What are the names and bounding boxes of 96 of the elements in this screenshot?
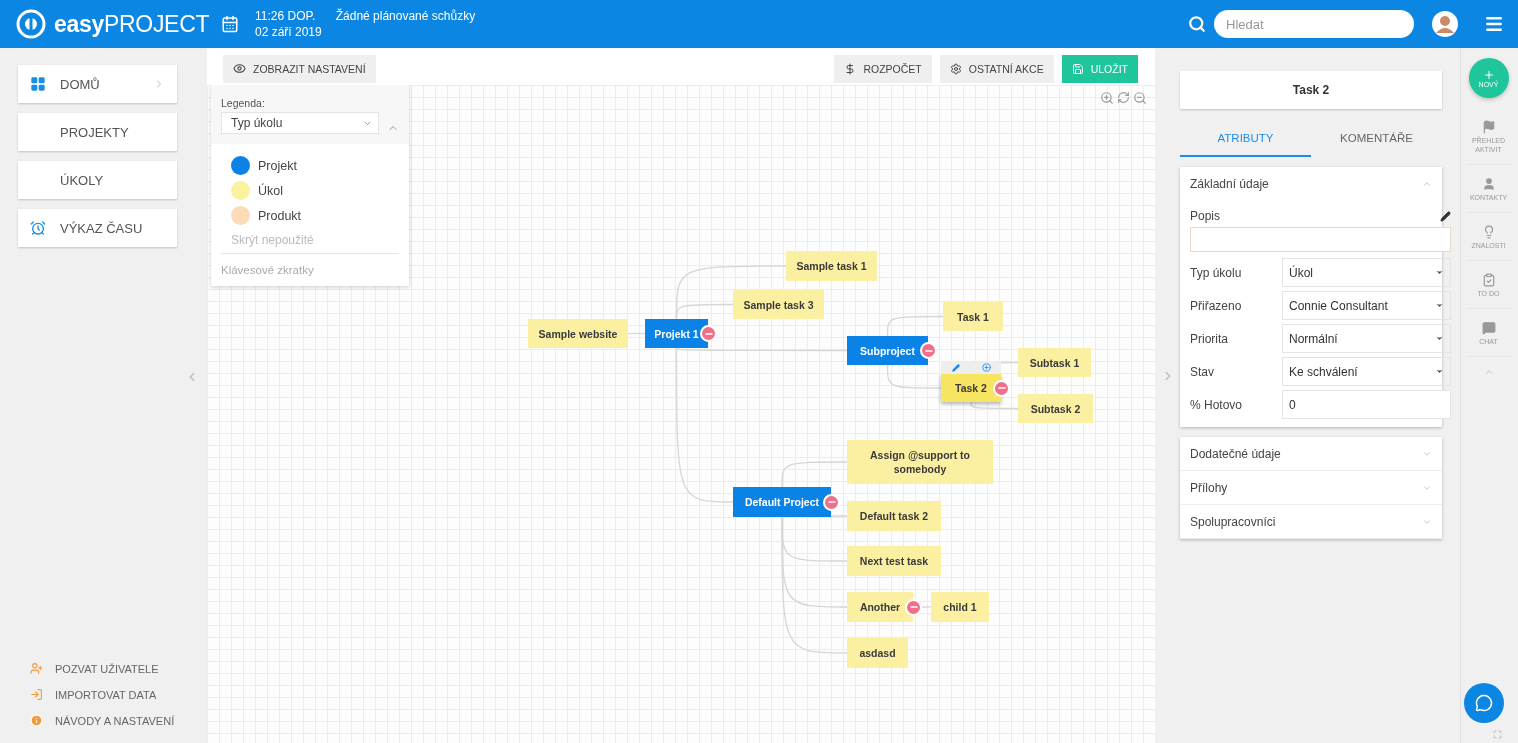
field-label: Popis xyxy=(1190,209,1222,223)
task-node[interactable]: Sample website xyxy=(528,319,628,348)
collapse-button[interactable] xyxy=(920,342,937,359)
connector-line xyxy=(781,461,848,488)
nav-item[interactable]: VÝKAZ ČASU xyxy=(18,209,177,247)
person-icon xyxy=(1481,177,1496,191)
zoom-in-button[interactable] xyxy=(1100,91,1114,105)
menu-icon[interactable] xyxy=(1484,14,1504,34)
field-label: Priorita xyxy=(1190,331,1229,346)
plus-circle-icon xyxy=(981,363,991,372)
search-icon[interactable] xyxy=(1188,15,1206,33)
task-node[interactable]: Sample task 3 xyxy=(733,290,824,319)
select-field[interactable]: Ke schválení xyxy=(1282,357,1451,386)
field-label: Typ úkolu xyxy=(1190,265,1243,280)
clipboard-icon xyxy=(1481,273,1496,287)
add-user-icon xyxy=(30,662,43,675)
collapse-button[interactable] xyxy=(700,325,717,342)
app-logo-text: easyPROJECT xyxy=(54,10,210,38)
flag-icon xyxy=(1481,120,1496,134)
alarm-clock-icon xyxy=(30,220,46,236)
task-node[interactable]: Sample task 1 xyxy=(786,251,877,281)
caret-icon xyxy=(1435,301,1444,310)
tab[interactable]: KOMENTÁŘE xyxy=(1311,121,1442,157)
select-field[interactable]: Connie Consultant xyxy=(1282,291,1451,320)
caret-icon xyxy=(1435,268,1444,277)
avatar-icon[interactable] xyxy=(1432,11,1458,37)
sidebar-link[interactable]: NÁVODY A NASTAVENÍ xyxy=(30,714,177,727)
select-field[interactable]: Úkol xyxy=(1282,258,1451,287)
nav-item[interactable]: DOMŮ xyxy=(18,65,177,103)
pencil-icon xyxy=(952,363,960,372)
section-header[interactable]: Dodatečné údaje xyxy=(1180,437,1442,471)
task-node[interactable]: Task 2 xyxy=(941,374,1001,402)
current-date: 02 září 2019 xyxy=(255,24,322,40)
expand-icon[interactable] xyxy=(1493,730,1502,739)
sidebar-link[interactable]: POZVAT UŽIVATELE xyxy=(30,662,177,675)
toolbar-button[interactable]: OSTATNÍ AKCE xyxy=(939,54,1054,83)
info-icon xyxy=(30,714,43,727)
chat-button[interactable] xyxy=(1464,683,1504,723)
field-label: % Hotovo xyxy=(1190,397,1244,412)
task-node[interactable]: Subtask 1 xyxy=(1018,348,1091,377)
edit-icon[interactable] xyxy=(1440,210,1451,222)
zoom-in-icon xyxy=(1100,91,1114,105)
zoom-out-icon xyxy=(1133,91,1147,105)
nav-item[interactable]: ÚKOLY xyxy=(18,161,177,199)
legend-label: Úkol xyxy=(258,183,283,198)
connector-line xyxy=(886,364,942,389)
caret-icon xyxy=(1435,367,1444,376)
meetings-status: Žádné plánované schůzky xyxy=(335,8,476,24)
plus-icon xyxy=(1482,68,1495,81)
save-icon xyxy=(1071,62,1084,75)
refresh-icon xyxy=(1117,91,1130,104)
search-field[interactable]: Hledat xyxy=(1214,10,1414,38)
connector-line xyxy=(886,315,944,337)
section-header[interactable]: Spolupracovníci xyxy=(1180,505,1442,539)
dollar-icon xyxy=(844,62,857,75)
chevron-up-icon xyxy=(1422,179,1432,189)
legend-label: Projekt xyxy=(258,158,297,173)
settings-icon xyxy=(949,62,962,75)
field-label: Stav xyxy=(1190,364,1215,379)
task-node[interactable]: Assign @support to somebody xyxy=(847,440,993,484)
nav-item[interactable]: PROJEKTY xyxy=(18,113,177,151)
eye-icon xyxy=(233,62,246,75)
select-field[interactable]: Normální xyxy=(1282,324,1451,353)
project-node[interactable]: Projekt 1 xyxy=(645,319,708,348)
input-field[interactable]: 0 xyxy=(1282,390,1451,419)
dashboard-icon xyxy=(30,76,46,92)
import-icon xyxy=(30,688,43,701)
chat-icon xyxy=(1481,321,1496,335)
task-node[interactable]: Another xyxy=(847,592,913,622)
description-field[interactable] xyxy=(1190,227,1451,252)
project-node[interactable]: Subproject xyxy=(847,336,928,365)
connector-line xyxy=(970,401,1019,410)
caret-icon xyxy=(1435,334,1444,343)
speech-bubble-icon xyxy=(1475,694,1493,712)
show-settings-button[interactable]: ZOBRAZIT NASTAVENÍ xyxy=(223,54,376,83)
power-logo-icon xyxy=(16,9,46,39)
current-time: 11:26 DOP. xyxy=(255,8,317,24)
task-node[interactable]: Next test task xyxy=(847,546,941,576)
legend-label: Produkt xyxy=(258,208,302,223)
section-header[interactable]: Základní údaje xyxy=(1180,167,1442,201)
task-node[interactable]: asdasd xyxy=(847,638,908,668)
task-node[interactable]: child 1 xyxy=(931,592,989,622)
field-label: Přiřazeno xyxy=(1190,298,1243,313)
legend-label: Legenda: xyxy=(221,97,266,109)
sidebar-link[interactable]: IMPORTOVAT DATA xyxy=(30,688,177,701)
legend-select[interactable]: Typ úkolu xyxy=(221,112,379,134)
section-header[interactable]: Přílohy xyxy=(1180,471,1442,505)
task-node[interactable]: Task 1 xyxy=(943,302,1003,331)
zoom-out-button[interactable] xyxy=(1133,91,1147,105)
reset-view-button[interactable] xyxy=(1117,91,1130,105)
toolbar-button[interactable]: ROZPOČET xyxy=(834,54,932,83)
calendar-icon[interactable] xyxy=(221,15,239,33)
task-node[interactable]: Subtask 2 xyxy=(1018,394,1093,423)
task-title: Task 2 xyxy=(1180,71,1442,109)
project-node[interactable]: Default Project xyxy=(733,487,831,517)
task-node[interactable]: Default task 2 xyxy=(847,501,941,531)
